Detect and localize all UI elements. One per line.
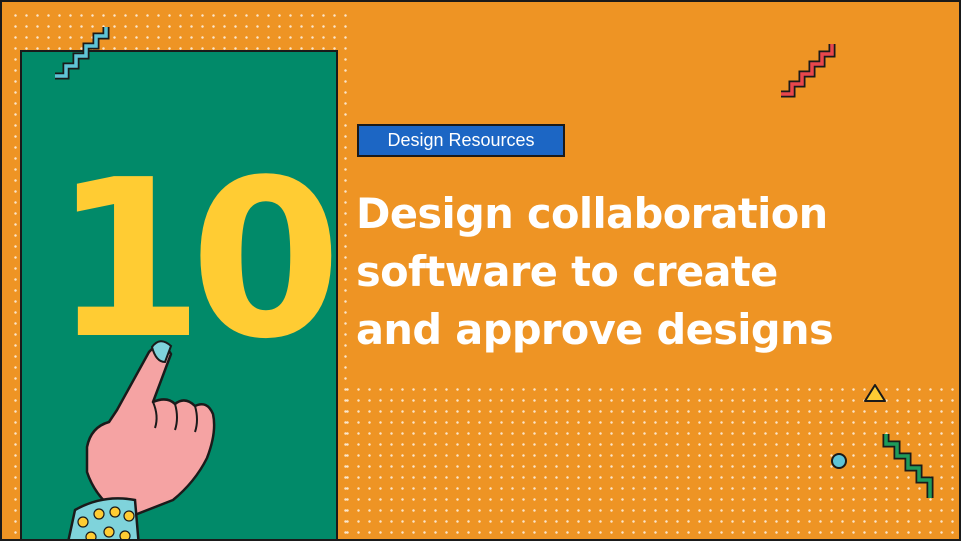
category-badge[interactable]: Design Resources [357,124,565,157]
headline-line-2: software to create [356,247,778,296]
headline-line-3: and approve designs [356,305,834,354]
pointing-hand-icon [67,340,216,539]
zigzag-red-icon [781,44,836,98]
dot-pattern-bottom [342,384,957,539]
zigzag-green-icon [882,434,934,498]
banner: 10 Design Resources Design collaboration… [0,0,961,541]
headline-line-1: Design collaboration [356,189,828,238]
circle-icon [831,453,847,469]
zigzag-teal-icon [55,27,110,80]
headline: Design collaboration software to create … [356,185,946,359]
triangle-icon [864,384,886,402]
